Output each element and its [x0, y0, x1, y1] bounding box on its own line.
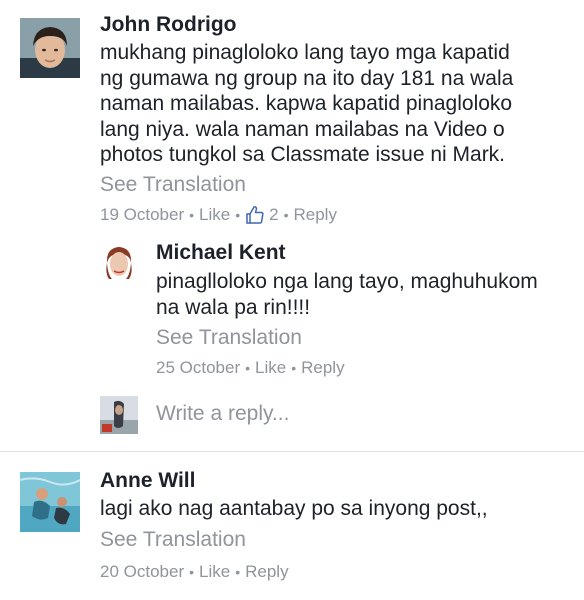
separator-dot: • — [189, 564, 195, 580]
separator-dot: • — [235, 207, 241, 223]
comment-text-line: mukhang pinagloloko lang tayo mga kapati… — [100, 41, 510, 64]
see-translation-link[interactable]: See Translation — [100, 173, 246, 197]
comment-date[interactable]: 19 October — [100, 205, 184, 225]
reply-link[interactable]: Reply — [245, 562, 288, 582]
comment-text-line: naman mailabas. kapwa kapatid pinaglolok… — [100, 92, 513, 116]
current-user-avatar — [100, 396, 138, 434]
reply-date[interactable]: 25 October — [156, 358, 240, 378]
separator-dot: • — [291, 360, 297, 376]
avatar-michael-kent[interactable] — [100, 243, 138, 281]
separator-dot: • — [283, 207, 289, 223]
comment-divider — [0, 451, 584, 452]
comment-author[interactable]: John Rodrigo — [100, 13, 236, 37]
like-link[interactable]: Like — [199, 562, 230, 582]
reply-meta: 25 October • Like • Reply — [156, 358, 345, 378]
reply-link[interactable]: Reply — [301, 358, 344, 378]
separator-dot: • — [189, 207, 195, 223]
reply-author[interactable]: Michael Kent — [156, 241, 286, 265]
like-link[interactable]: Like — [255, 358, 286, 378]
avatar-anne-will[interactable] — [20, 472, 80, 532]
separator-dot: • — [235, 564, 241, 580]
comment-text-line: photos tungkol sa Classmate issue ni Mar… — [100, 143, 506, 167]
comment-text-line: lagi ako nag aantabay po sa inyong post,… — [100, 497, 488, 520]
comment-meta: 19 October • Like • 2 • Reply — [100, 205, 337, 225]
comment-meta: 20 October • Like • Reply — [100, 562, 289, 582]
separator-dot: • — [245, 360, 251, 376]
like-link[interactable]: Like — [199, 205, 230, 225]
avatar-john-rodrigo[interactable] — [20, 18, 80, 78]
write-reply-input[interactable]: Write a reply... — [156, 402, 289, 426]
reply-link[interactable]: Reply — [293, 205, 336, 225]
reply-text-line: na wala pa rin!!!! — [156, 295, 311, 319]
comment-text-line: ng gumawa ng group na ito day 181 na wal… — [100, 66, 514, 90]
comment-author[interactable]: Anne Will — [100, 469, 195, 493]
like-count[interactable]: 2 — [269, 205, 278, 225]
comment-text-line: lang niya. wala naman mailabas na Video … — [100, 117, 505, 141]
see-translation-link[interactable]: See Translation — [156, 326, 302, 350]
comment-date[interactable]: 20 October — [100, 562, 184, 582]
reply-text-line: pinaglloloko nga lang tayo, maghuhukom — [156, 270, 538, 293]
see-translation-link[interactable]: See Translation — [100, 528, 246, 552]
thumbs-up-icon[interactable] — [245, 205, 265, 225]
